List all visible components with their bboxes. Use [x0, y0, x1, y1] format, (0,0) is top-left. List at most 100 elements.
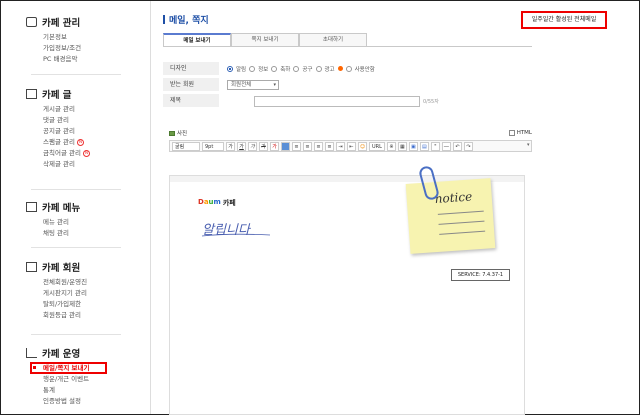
new-badge: N [82, 149, 90, 157]
radio-notice[interactable] [227, 65, 233, 72]
sidebar-item-menu-manage[interactable]: 메뉴 관리 [27, 217, 127, 228]
sidebar-item-lucky-event[interactable]: 행운/개근 이벤트 [27, 374, 127, 385]
sidebar-item-auth-setting[interactable]: 인증방법 설정 [27, 396, 127, 407]
sidebar-section-title: 카페 관리 [42, 18, 81, 29]
tab-bar: 메일 보내기 쪽지 보내기 초대하기 [163, 33, 367, 46]
sidebar-item-member-grade[interactable]: 회원등급 관리 [27, 310, 127, 321]
photo-icon [169, 130, 175, 136]
sidebar-section-cafe-manage: 카페 관리 기본정보 가입정보/조건 PC 배경음악 [26, 15, 127, 65]
align-right-icon[interactable]: ≡ [314, 141, 323, 151]
line-icon[interactable]: ― [441, 141, 451, 151]
align-center-icon[interactable]: ≡ [303, 141, 312, 151]
recipient-label: 받는 회원 [163, 78, 219, 91]
undo-icon[interactable]: ↶ [452, 141, 462, 151]
note-text: notice [434, 189, 473, 207]
menu-list-icon [26, 202, 37, 212]
quote-icon[interactable]: " [430, 141, 440, 151]
align-left-icon[interactable]: ≡ [292, 141, 301, 151]
sidebar-section-header[interactable]: 카페 메뉴 [26, 200, 127, 214]
new-badge: N [76, 138, 84, 146]
service-version-label: SERVICE: 7.4.37-1 [451, 269, 510, 281]
redo-icon[interactable]: ↷ [463, 141, 473, 151]
sidebar: 카페 관리 기본정보 가입정보/조건 PC 배경음악 카페 글 게시글 관리 댓… [1, 1, 151, 414]
sidebar-item-notice-manage[interactable]: 공지글 관리 [27, 126, 127, 137]
radio-none[interactable] [345, 65, 352, 72]
sidebar-item-join-info[interactable]: 가입정보/조건 [27, 43, 127, 54]
sidebar-item-label: 스팸글 관리 [43, 138, 75, 146]
underline-icon[interactable]: 가 [237, 141, 246, 151]
image-icon[interactable]: ▣ [408, 141, 418, 151]
bold-icon[interactable]: 가 [226, 141, 235, 151]
editor-header: 사진 HTML [169, 128, 532, 138]
radio-congrats[interactable] [271, 65, 278, 72]
font-select[interactable]: 굴림 [172, 141, 200, 151]
font-color-icon[interactable]: 가 [270, 141, 279, 151]
indent-icon[interactable]: ⇥ [336, 141, 345, 151]
sidebar-item-chat-manage[interactable]: 채팅 관리 [27, 228, 127, 239]
mail-preview-canvas[interactable]: Daum 카페 알립니다 notice SERVICE: 7.4.37-1 [169, 164, 525, 415]
sidebar-section-header[interactable]: 카페 관리 [26, 15, 127, 29]
outdent-icon[interactable]: ⇤ [347, 141, 356, 151]
html-toggle[interactable]: HTML [508, 130, 532, 136]
sidebar-item-banned-word-manage[interactable]: 금칙어글 관리 N [27, 148, 127, 159]
radio-info[interactable] [249, 65, 256, 72]
align-justify-icon[interactable]: ≡ [325, 141, 334, 151]
sidebar-section-header[interactable]: 카페 운영 [26, 346, 127, 360]
radio-notice-label: 알림 [236, 66, 247, 73]
sidebar-item-board-keeper[interactable]: 게시판지기 관리 [27, 288, 127, 299]
tab-send-mail[interactable]: 메일 보내기 [163, 33, 231, 46]
sidebar-section-header[interactable]: 카페 회원 [26, 260, 127, 274]
radio-group-buy[interactable] [293, 65, 300, 72]
sidebar-divider [31, 334, 121, 335]
sidebar-divider [31, 74, 121, 75]
info-dot-icon [337, 66, 343, 71]
sidebar-section-header[interactable]: 카페 글 [26, 87, 127, 101]
subject-label: 제목 [163, 94, 219, 107]
special-char-icon[interactable]: ※ [386, 141, 396, 151]
notice-sticky-note: notice [405, 178, 496, 254]
photo-button[interactable]: 사진 [169, 129, 187, 137]
sidebar-item-stats[interactable]: 통계 [27, 385, 127, 396]
recipient-select[interactable]: 회원전체 [227, 79, 279, 90]
html-checkbox[interactable] [508, 130, 515, 136]
sidebar-divider [31, 247, 121, 248]
sidebar-item-all-members[interactable]: 전체회원/운영진 [27, 277, 127, 288]
sidebar-item-post-manage[interactable]: 게시글 관리 [27, 104, 127, 115]
tab-send-note[interactable]: 쪽지 보내기 [231, 33, 299, 46]
note-line [438, 220, 485, 225]
recipient-row: 받는 회원 회원전체 [163, 78, 532, 91]
toolbar-more-icon[interactable]: ▾ [527, 142, 530, 148]
sidebar-item-spam-manage[interactable]: 스팸글 관리 N [27, 137, 127, 148]
sidebar-section-title: 카페 메뉴 [42, 203, 81, 214]
table-icon[interactable]: ▦ [397, 141, 407, 151]
design-row: 디자인 알림 정보 축하 공구 광고 사용안함 [163, 62, 532, 75]
title-bar-icon [163, 15, 165, 24]
italic-icon[interactable]: 가 [248, 141, 257, 151]
bg-color-icon[interactable] [281, 141, 290, 151]
chat-bubble-icon [26, 17, 37, 27]
sidebar-section-title: 카페 회원 [42, 263, 81, 274]
radio-ad-label: 광고 [324, 66, 335, 73]
sidebar-item-withdraw-restrict[interactable]: 탈퇴/가입제한 [27, 299, 127, 310]
daum-cafe-logo: Daum 카페 [198, 198, 236, 208]
tab-invite[interactable]: 초대하기 [299, 33, 367, 46]
weekly-mail-button[interactable]: 일주일간 활성된 전체메일 [521, 11, 607, 29]
radio-ad[interactable] [315, 65, 322, 72]
document-icon [26, 89, 37, 99]
strike-icon[interactable]: 가 [259, 141, 268, 151]
sidebar-section-cafe-operation: 카페 운영 메일/쪽지 보내기 행운/개근 이벤트 통계 인증방법 설정 [26, 346, 127, 407]
sidebar-item-comment-manage[interactable]: 댓글 관리 [27, 115, 127, 126]
active-item-highlight [30, 362, 107, 374]
radio-info-label: 정보 [258, 66, 269, 73]
sidebar-item-deleted-manage[interactable]: 삭제글 관리 [27, 159, 127, 170]
radio-congrats-label: 축하 [280, 66, 291, 73]
map-icon[interactable]: ▤ [419, 141, 429, 151]
sidebar-item-basic-info[interactable]: 기본정보 [27, 32, 127, 43]
subject-input[interactable] [254, 96, 420, 107]
note-line [437, 210, 484, 215]
sidebar-item-pc-bgm[interactable]: PC 배경음악 [27, 54, 127, 65]
emoticon-icon[interactable]: ☺ [358, 141, 367, 151]
sidebar-section-cafe-members: 카페 회원 전체회원/운영진 게시판지기 관리 탈퇴/가입제한 회원등급 관리 [26, 260, 127, 321]
url-link-icon[interactable]: URL [369, 141, 385, 151]
font-size-select[interactable]: 9pt [202, 141, 224, 151]
